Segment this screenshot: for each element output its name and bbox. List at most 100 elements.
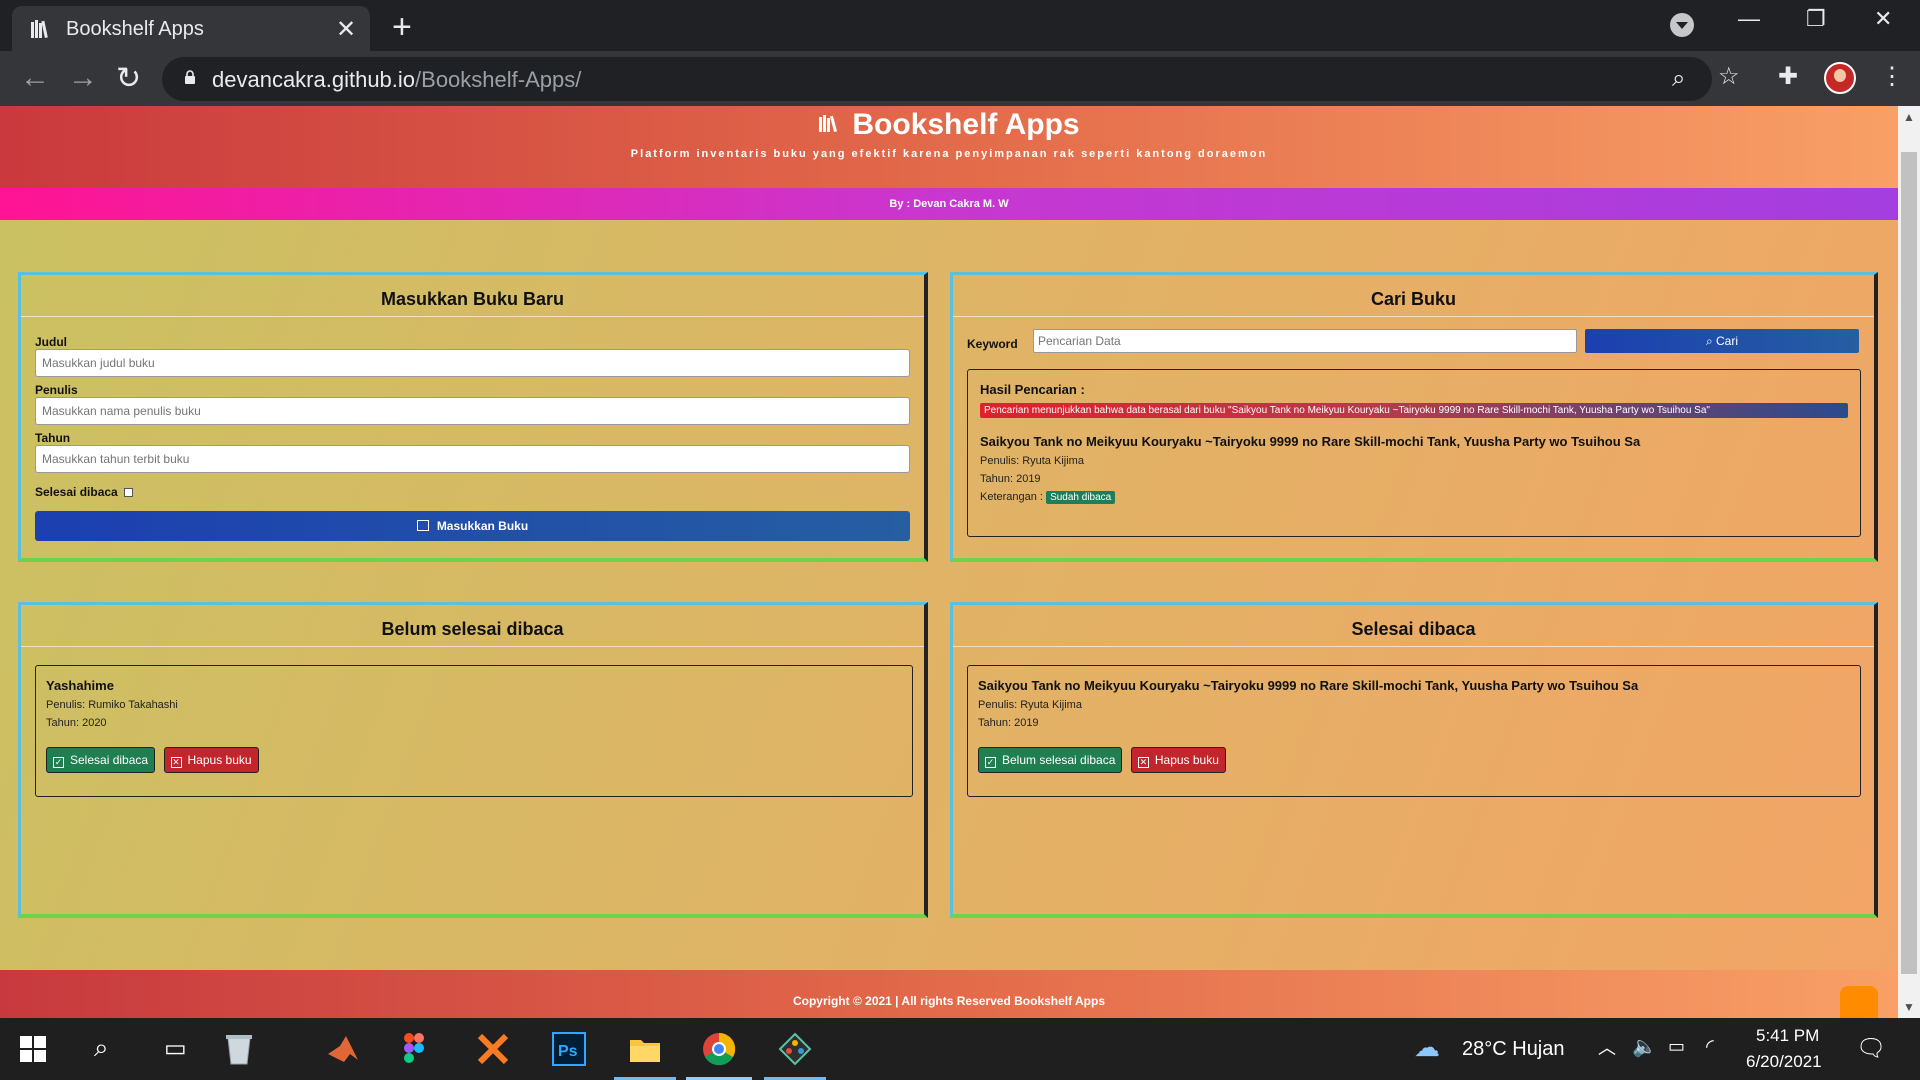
clock-time[interactable]: 5:41 PM	[1756, 1026, 1819, 1046]
result-status-label: Keterangan :	[980, 491, 1043, 503]
tahun-input[interactable]	[35, 445, 910, 473]
minimize-button[interactable]: —	[1738, 6, 1760, 32]
tab-title: Bookshelf Apps	[66, 18, 204, 40]
scroll-down-icon[interactable]: ▼	[1903, 1000, 1915, 1014]
unread-book-title: Yashahime	[46, 678, 114, 693]
copyright-text: Copyright © 2021 | All rights Reserved B…	[792, 994, 1106, 1008]
browser-tab-bar: Bookshelf Apps ✕ + — ❐ ✕	[0, 0, 1920, 51]
result-status-row: Keterangan : Sudah dibaca	[980, 491, 1848, 504]
delete-icon: ✕	[170, 757, 182, 768]
result-book-author: Penulis: Ryuta Kijima	[980, 455, 1084, 467]
unread-book-year: Tahun: 2020	[46, 717, 107, 729]
search-button[interactable]: ⌕ Cari	[1585, 329, 1859, 353]
search-panel: Cari Buku Keyword ⌕ Cari Hasil Pencarian…	[950, 272, 1878, 562]
search-input[interactable]	[1033, 329, 1577, 353]
windows-start-icon[interactable]	[20, 1036, 46, 1062]
close-tab-icon[interactable]: ✕	[336, 15, 356, 44]
search-result-box: Hasil Pencarian : Pencarian menunjukkan …	[967, 369, 1861, 537]
app-footer: Copyright © 2021 | All rights Reserved B…	[0, 970, 1898, 1018]
bookmark-star-icon[interactable]: ☆	[1718, 62, 1740, 91]
add-book-heading: Masukkan Buku Baru	[21, 275, 924, 317]
restore-button[interactable]: ❐	[1806, 6, 1826, 32]
page-scrollbar[interactable]: ▲ ▼	[1898, 106, 1920, 1018]
search-icon[interactable]: ⌕	[94, 1032, 109, 1064]
browser-toolbar: ← → ↻ devancakra.github.io/Bookshelf-App…	[0, 51, 1920, 106]
search-row: Keyword ⌕ Cari	[953, 317, 1874, 365]
menu-dots-icon[interactable]: ⋮	[1880, 62, 1904, 91]
check-icon: ✓	[985, 757, 996, 768]
figma-icon[interactable]	[402, 1032, 426, 1066]
battery-icon[interactable]: ▭	[1668, 1036, 1685, 1057]
weather-cloud-icon[interactable]: ☁	[1414, 1032, 1440, 1063]
scroll-up-icon[interactable]: ▲	[1903, 110, 1915, 124]
mark-read-button[interactable]: ✓ Selesai dibaca	[46, 747, 156, 773]
floating-badge-icon[interactable]	[1840, 986, 1878, 1018]
book-add-icon	[416, 520, 429, 531]
zoom-icon[interactable]: ⌕	[1672, 65, 1685, 93]
read-book-card: Saikyou Tank no Meikyuu Kouryaku ~Tairyo…	[967, 665, 1861, 797]
add-book-panel: Masukkan Buku Baru Judul Penulis Tahun S…	[18, 272, 928, 562]
search-heading: Cari Buku	[953, 275, 1874, 317]
keyword-label: Keyword	[967, 337, 1018, 351]
read-panel: Selesai dibaca Saikyou Tank no Meikyuu K…	[950, 602, 1878, 918]
bookshelf-icon	[31, 20, 48, 39]
volume-icon[interactable]: 🔈	[1632, 1034, 1657, 1059]
delete-icon: ✕	[1137, 757, 1149, 768]
result-notice: Pencarian menunjukkan bahwa data berasal…	[980, 403, 1848, 418]
read-book-author: Penulis: Ryuta Kijima	[978, 699, 1082, 711]
read-actions: ✓ Belum selesai dibaca ✕ Hapus buku	[978, 747, 1850, 773]
unread-panel: Belum selesai dibaca Yashahime Penulis: …	[18, 602, 928, 918]
windows-taskbar: ⌕ ▭ Ps ☁ 28°C Hujan ︿ 🔈 ▭ ◜ 5:41 PM 6/20…	[0, 1018, 1920, 1080]
svg-text:Ps: Ps	[558, 1043, 578, 1060]
address-bar[interactable]: devancakra.github.io/Bookshelf-Apps/ ⌕	[162, 57, 1712, 101]
penulis-label: Penulis	[35, 383, 78, 397]
gitkraken-icon[interactable]	[778, 1032, 812, 1066]
selesai-checkbox[interactable]	[123, 488, 133, 497]
new-tab-button[interactable]: +	[392, 8, 412, 47]
chevron-up-icon[interactable]: ︿	[1598, 1034, 1616, 1060]
search-icon: ⌕	[1705, 333, 1717, 348]
delete-book-button[interactable]: ✕ Hapus buku	[1130, 747, 1226, 773]
status-badge: Sudah dibaca	[1046, 491, 1116, 504]
submit-book-button[interactable]: Masukkan Buku	[35, 511, 910, 541]
profile-avatar[interactable]	[1824, 62, 1856, 94]
mark-unread-button[interactable]: ✓ Belum selesai dibaca	[978, 747, 1123, 773]
unread-actions: ✓ Selesai dibaca ✕ Hapus buku	[46, 747, 902, 773]
file-explorer-icon[interactable]	[628, 1032, 662, 1066]
lock-icon	[185, 70, 195, 84]
judul-input[interactable]	[35, 349, 910, 377]
xampp-icon[interactable]	[476, 1032, 510, 1066]
recycle-bin-icon[interactable]	[222, 1032, 256, 1066]
tab-search-button[interactable]	[1670, 13, 1694, 37]
close-window-button[interactable]: ✕	[1874, 6, 1892, 32]
reload-icon[interactable]: ↻	[116, 61, 141, 96]
result-book-year: Tahun: 2019	[980, 473, 1041, 485]
selesai-label: Selesai dibaca	[35, 485, 118, 499]
scrollbar-thumb[interactable]	[1901, 152, 1917, 974]
selesai-row: Selesai dibaca	[35, 485, 910, 499]
result-book-title: Saikyou Tank no Meikyuu Kouryaku ~Tairyo…	[980, 434, 1641, 449]
weather-text[interactable]: 28°C Hujan	[1462, 1038, 1565, 1061]
author-byline: By : Devan Cakra M. W	[0, 188, 1898, 220]
browser-tab[interactable]: Bookshelf Apps ✕	[12, 6, 370, 51]
matlab-icon[interactable]	[326, 1032, 360, 1066]
task-view-icon[interactable]: ▭	[164, 1034, 187, 1063]
page-viewport: Bookshelf Apps Platform inventaris buku …	[0, 106, 1898, 1018]
back-arrow-icon[interactable]: ←	[20, 61, 50, 95]
read-book-year: Tahun: 2019	[978, 717, 1039, 729]
check-icon: ✓	[53, 757, 64, 768]
penulis-input[interactable]	[35, 397, 910, 425]
unread-book-author: Penulis: Rumiko Takahashi	[46, 699, 178, 711]
judul-label: Judul	[35, 335, 67, 349]
notification-icon[interactable]: 🗨	[1856, 1034, 1886, 1063]
delete-book-button[interactable]: ✕ Hapus buku	[163, 747, 259, 773]
extensions-puzzle-icon[interactable]: ✚	[1778, 62, 1798, 91]
app-tagline: Platform inventaris buku yang efektif ka…	[630, 148, 1268, 160]
wifi-icon[interactable]: ◜	[1706, 1034, 1714, 1059]
chrome-icon[interactable]	[702, 1032, 736, 1066]
photoshop-icon[interactable]: Ps	[552, 1032, 586, 1066]
clock-date[interactable]: 6/20/2021	[1746, 1052, 1822, 1072]
url-text: devancakra.github.io/Bookshelf-Apps/	[212, 67, 582, 92]
forward-arrow-icon[interactable]: →	[68, 61, 98, 95]
add-book-form: Judul Penulis Tahun Selesai dibaca Masuk…	[21, 317, 924, 553]
